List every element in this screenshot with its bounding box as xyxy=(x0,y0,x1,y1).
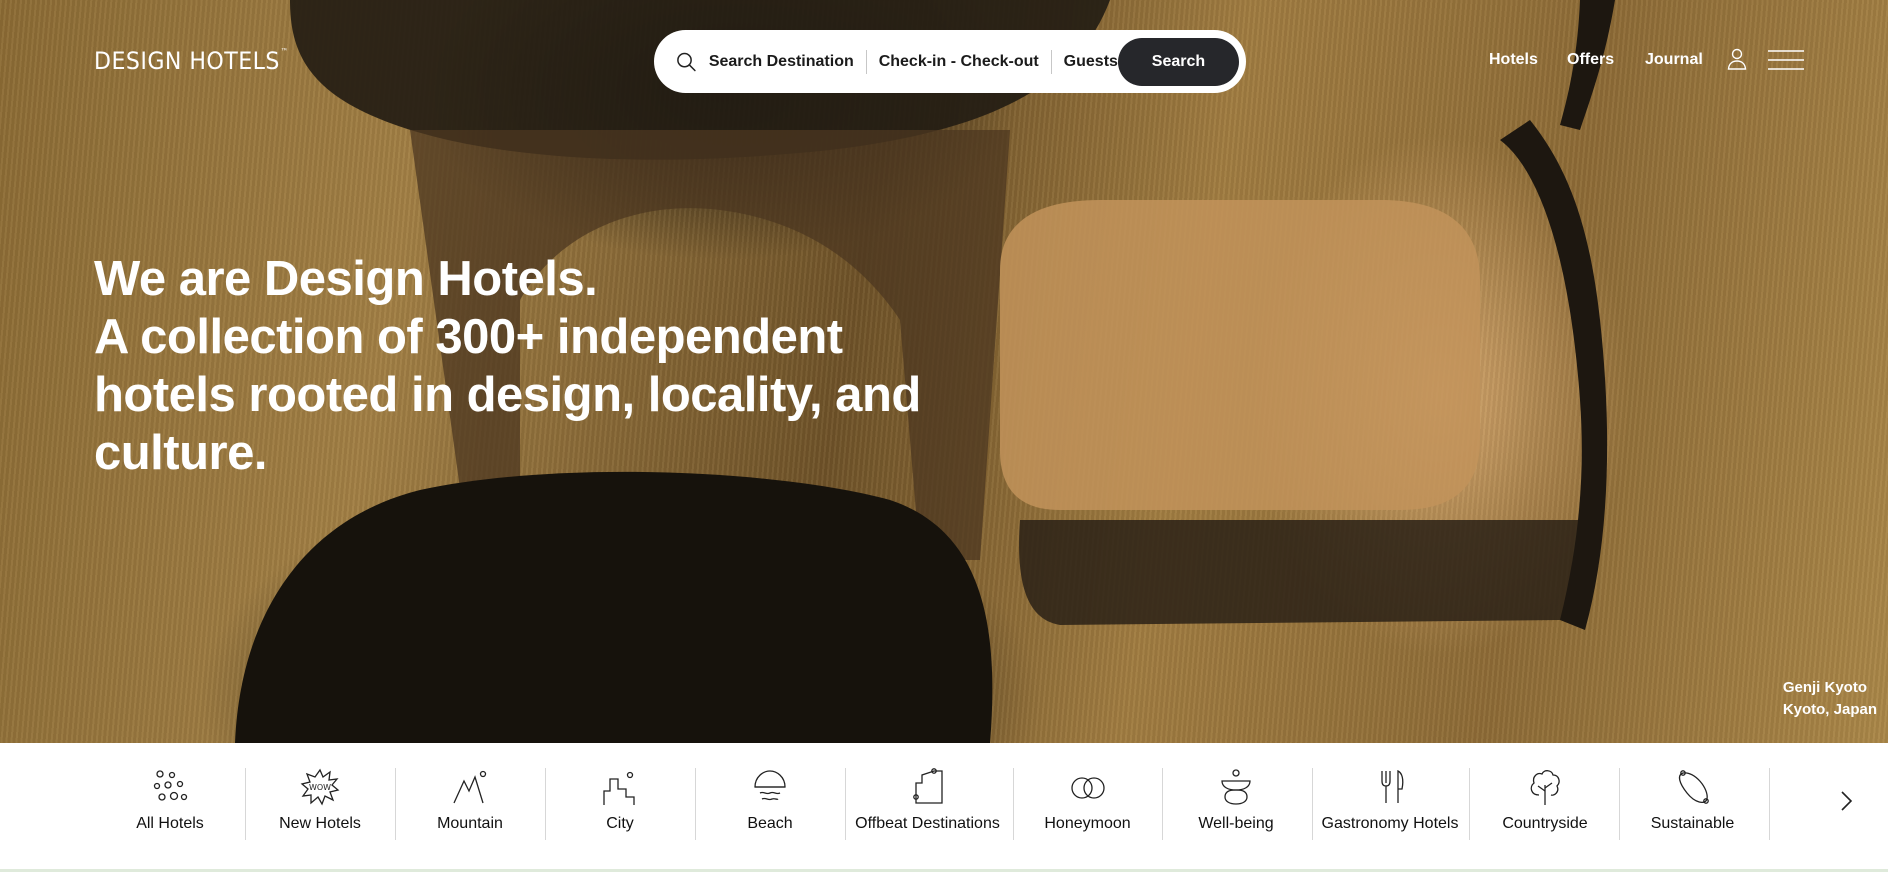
sustainable-icon xyxy=(1678,770,1709,804)
category-new-hotels[interactable]: WOW New Hotels xyxy=(270,767,370,847)
category-divider xyxy=(1769,768,1770,840)
category-offbeat-destinations[interactable]: Offbeat Destinations xyxy=(855,767,1000,847)
category-divider xyxy=(1013,768,1014,840)
cutlery-icon xyxy=(1381,769,1404,803)
category-mountain[interactable]: Mountain xyxy=(430,767,510,847)
search-icon xyxy=(677,52,696,71)
category-label: Honeymoon xyxy=(1044,815,1131,832)
category-sustainable[interactable]: Sustainable xyxy=(1645,767,1740,847)
wellbeing-icon xyxy=(1221,769,1251,805)
category-divider xyxy=(395,768,396,840)
category-label: Well-being xyxy=(1198,815,1274,832)
caption-location: Kyoto, Japan xyxy=(1782,701,1877,718)
guests-field[interactable]: Guests xyxy=(1064,53,1118,71)
nav-link-journal[interactable]: Journal xyxy=(1645,51,1703,69)
category-beach[interactable]: Beach xyxy=(730,767,810,847)
search-button[interactable]: Search xyxy=(1117,37,1240,86)
rings-icon xyxy=(1070,777,1105,799)
tree-icon xyxy=(1530,770,1560,805)
caption-hotel-name: Genji Kyoto xyxy=(1782,679,1867,696)
wow-burst-icon: WOW xyxy=(300,768,340,806)
category-label: Countryside xyxy=(1502,815,1588,832)
category-gastronomy-hotels[interactable]: Gastronomy Hotels xyxy=(1320,767,1460,847)
category-scroll-fade xyxy=(1778,743,1888,869)
search-divider xyxy=(1050,49,1052,74)
category-label: City xyxy=(606,815,634,832)
mountain-icon xyxy=(453,770,487,804)
search-bar: Search Destination Check-in - Check-out … xyxy=(654,30,1246,93)
hero-headline: We are Design Hotels. A collection of 30… xyxy=(94,250,974,482)
category-label: New Hotels xyxy=(279,815,361,832)
bubbles-icon xyxy=(153,770,188,801)
category-countryside[interactable]: Countryside xyxy=(1495,767,1595,847)
headline-line-2: A collection of 300+ independent xyxy=(94,310,843,364)
city-icon xyxy=(603,771,635,805)
brand-trademark: ™ xyxy=(280,47,289,56)
category-divider xyxy=(545,768,546,840)
hero-caption[interactable]: Genji Kyoto Kyoto, Japan xyxy=(1783,677,1877,721)
category-well-being[interactable]: Well-being xyxy=(1190,767,1282,847)
category-divider xyxy=(1619,768,1620,840)
category-divider xyxy=(1312,768,1313,840)
headline-line-1: We are Design Hotels. xyxy=(94,252,598,306)
category-label: All Hotels xyxy=(136,815,204,832)
category-bar: All Hotels WOW New Hotels Mountain City … xyxy=(0,743,1888,872)
search-divider xyxy=(865,49,867,74)
category-divider xyxy=(1469,768,1470,840)
headline-line-3: hotels rooted in design, locality, and xyxy=(94,368,921,422)
dates-field[interactable]: Check-in - Check-out xyxy=(879,53,1039,71)
headline-line-4: culture. xyxy=(94,426,267,480)
brand-name: DESIGN HOTELS xyxy=(94,47,280,75)
destination-field[interactable]: Search Destination xyxy=(709,53,854,71)
category-label: Gastronomy Hotels xyxy=(1321,815,1459,832)
offbeat-icon xyxy=(912,768,943,804)
category-city[interactable]: City xyxy=(580,767,660,847)
beach-icon xyxy=(754,770,786,801)
category-label: Sustainable xyxy=(1650,815,1735,832)
category-label: Offbeat Destinations xyxy=(855,815,1000,832)
brand-logo[interactable]: DESIGN HOTELS™ xyxy=(94,47,289,75)
category-divider xyxy=(245,768,246,840)
chevron-right-icon[interactable] xyxy=(1836,787,1856,815)
nav-link-hotels[interactable]: Hotels xyxy=(1489,51,1538,69)
category-honeymoon[interactable]: Honeymoon xyxy=(1040,767,1135,847)
hamburger-menu-icon[interactable] xyxy=(1768,49,1804,71)
category-divider xyxy=(845,768,846,840)
category-label: Mountain xyxy=(437,815,503,832)
category-divider xyxy=(1162,768,1163,840)
nav-link-offers[interactable]: Offers xyxy=(1567,51,1614,69)
category-all-hotels[interactable]: All Hotels xyxy=(130,767,210,847)
category-divider xyxy=(695,768,696,840)
svg-text:WOW: WOW xyxy=(309,783,331,792)
user-icon[interactable] xyxy=(1727,48,1747,70)
category-label: Beach xyxy=(747,815,793,832)
